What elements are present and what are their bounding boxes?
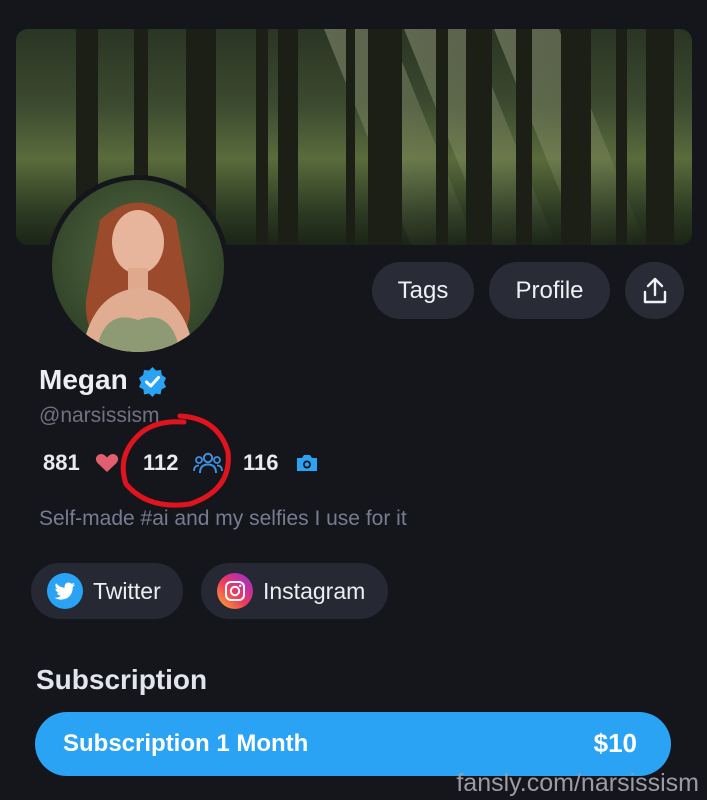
profile-button[interactable]: Profile	[489, 262, 610, 319]
camera-icon	[297, 455, 317, 471]
profile-name: Megan	[39, 364, 128, 395]
instagram-icon	[217, 573, 253, 609]
watermark-text: fansly.com/narsissism	[456, 769, 699, 797]
share-icon	[643, 277, 666, 303]
subscription-section-title: Subscription	[36, 664, 208, 695]
avatar[interactable]	[52, 180, 224, 352]
twitter-label: Twitter	[93, 577, 161, 604]
subscribe-button[interactable]: Subscription 1 Month $10	[35, 712, 671, 776]
twitter-icon	[47, 573, 83, 609]
instagram-label: Instagram	[263, 577, 366, 604]
verified-badge-icon	[139, 367, 166, 397]
media-count: 116	[243, 450, 279, 475]
subscription-price: $10	[593, 728, 637, 758]
profile-button-label: Profile	[515, 276, 584, 304]
likes-count: 881	[43, 450, 80, 475]
tags-button-label: Tags	[397, 276, 449, 304]
subscription-plan-label: Subscription 1 Month	[63, 730, 309, 757]
profile-bio: Self-made #ai and my selfies I use for i…	[39, 507, 407, 530]
twitter-link[interactable]: Twitter	[31, 563, 183, 619]
instagram-link[interactable]: Instagram	[201, 563, 388, 619]
avatar-illustration	[82, 202, 194, 352]
tags-button[interactable]: Tags	[372, 262, 474, 319]
annotation-circle	[120, 413, 231, 508]
share-button[interactable]	[625, 262, 684, 319]
heart-icon	[95, 453, 119, 472]
